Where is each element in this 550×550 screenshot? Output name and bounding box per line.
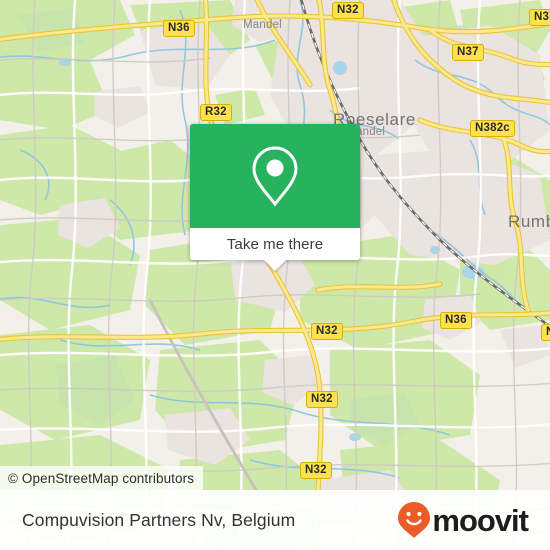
map-pin-icon (252, 146, 298, 207)
road-shield-r32[interactable]: R32 (200, 104, 232, 121)
moovit-logo[interactable]: moovit (397, 501, 529, 539)
road-shield-n37[interactable]: N37 (452, 44, 484, 61)
take-me-there-label: Take me there (226, 235, 324, 253)
take-me-there-button[interactable]: Take me there (190, 228, 360, 260)
page-root: Mandel Roeselare andel Rumbe N36 N32 N37… (0, 0, 550, 550)
page-title: Compuvision Partners Nv, Belgium (22, 509, 296, 530)
moovit-wordmark: moovit (432, 502, 529, 538)
road-shield-n32-mid[interactable]: N32 (311, 323, 343, 340)
road-shield-n32-bottom[interactable]: N32 (300, 462, 332, 479)
map-canvas[interactable]: Mandel Roeselare andel Rumbe N36 N32 N37… (0, 0, 550, 550)
moovit-pin-smile-icon (398, 502, 431, 538)
road-shield-n3-edge[interactable]: N3 (541, 324, 550, 341)
location-popup-card[interactable]: Take me there (190, 124, 360, 271)
osm-attribution[interactable]: © OpenStreetMap contributors (0, 466, 204, 490)
road-shield-n36-top[interactable]: N36 (163, 20, 195, 37)
road-shield-n37-edge[interactable]: N37 (529, 9, 550, 26)
place-label-mandel-river: andel (356, 126, 386, 138)
page-footer: Compuvision Partners Nv, Belgium moovit (0, 490, 550, 550)
road-shield-n32-top[interactable]: N32 (332, 2, 364, 19)
road-shield-n32-lower[interactable]: N32 (306, 391, 338, 408)
road-shield-n382c[interactable]: N382c (470, 120, 515, 137)
road-shield-n36-lower[interactable]: N36 (440, 312, 472, 329)
popup-pointer-tail (264, 260, 286, 271)
osm-attribution-text: © OpenStreetMap contributors (8, 470, 195, 486)
place-label-mandel: Mandel (243, 19, 282, 31)
popup-pin-panel (190, 124, 360, 228)
place-label-rumbeke: Rumbe (508, 212, 550, 231)
